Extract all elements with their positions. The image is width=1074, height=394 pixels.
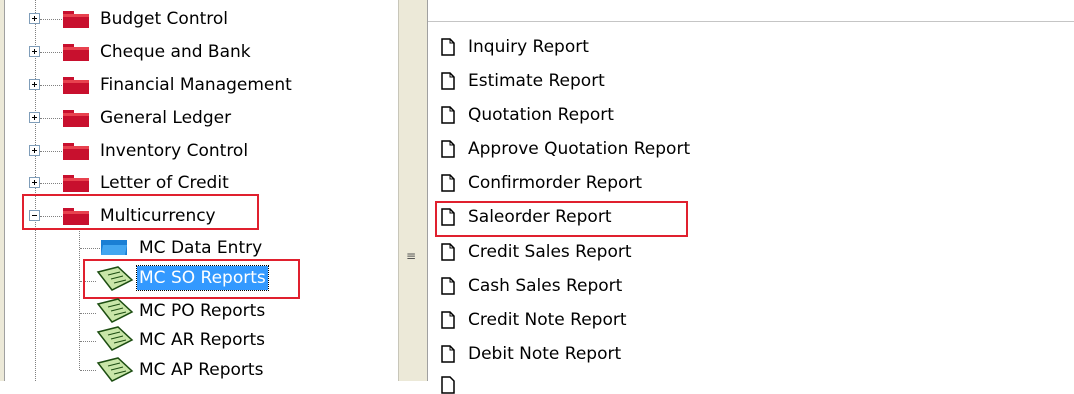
folder-closed-icon (63, 77, 89, 94)
document-icon (441, 140, 455, 158)
highlight-box (22, 194, 259, 230)
pane-splitter[interactable] (398, 0, 428, 381)
expand-icon[interactable] (29, 79, 40, 90)
navigation-tree: Budget Control Cheque and Bank Financial… (0, 0, 398, 382)
tree-item-label[interactable]: MC PO Reports (137, 299, 267, 323)
highlight-box (435, 201, 688, 237)
tree-item-label[interactable]: MC AR Reports (137, 328, 267, 352)
folder-closed-icon (63, 110, 89, 127)
document-icon (441, 311, 455, 329)
report-item-label[interactable]: Cash Sales Report (468, 274, 622, 298)
folder-closed-icon (63, 143, 89, 160)
report-item-label[interactable]: Inquiry Report (468, 35, 589, 59)
report-item-label[interactable]: Approve Quotation Report (468, 137, 690, 161)
splitter-grip-icon[interactable]: ≡ (401, 248, 421, 264)
document-icon (441, 345, 455, 363)
folder-closed-icon (63, 11, 89, 28)
report-icon (96, 326, 134, 351)
list-header-strip (428, 0, 1074, 22)
expand-icon[interactable] (29, 145, 40, 156)
document-icon (441, 72, 455, 90)
highlight-box (83, 259, 300, 299)
document-icon (441, 174, 455, 192)
report-icon (96, 298, 134, 323)
tree-item-label[interactable]: General Ledger (98, 106, 233, 130)
report-icon (96, 357, 134, 382)
tree-item-label[interactable]: Budget Control (98, 7, 230, 31)
expand-icon[interactable] (29, 112, 40, 123)
folder-closed-icon (63, 44, 89, 61)
tree-item-label[interactable]: MC AP Reports (137, 358, 265, 382)
expand-icon[interactable] (29, 177, 40, 188)
tree-connector-multicurrency (79, 228, 80, 370)
report-item-label[interactable]: Quotation Report (468, 103, 614, 127)
document-icon (441, 243, 455, 261)
tree-item-label[interactable]: Letter of Credit (98, 171, 231, 195)
report-item-label[interactable]: Confirmorder Report (468, 171, 642, 195)
report-item-label[interactable]: Credit Sales Report (468, 240, 632, 264)
expand-icon[interactable] (29, 13, 40, 24)
expand-icon[interactable] (29, 46, 40, 57)
tree-item-label[interactable]: MC Data Entry (137, 236, 264, 260)
report-item-label[interactable]: Debit Note Report (468, 342, 621, 366)
document-icon (441, 277, 455, 295)
tree-connector-root (35, 0, 36, 381)
folder-blue-icon (101, 240, 127, 255)
tree-item-label[interactable]: Inventory Control (98, 139, 250, 163)
report-item-label[interactable]: Estimate Report (468, 69, 605, 93)
tree-left-edge (0, 0, 5, 381)
report-list: Inquiry Report Estimate Report Quotation… (428, 0, 1074, 394)
document-icon (441, 376, 455, 394)
tree-item-label[interactable]: Cheque and Bank (98, 40, 253, 64)
document-icon (441, 38, 455, 56)
document-icon (441, 106, 455, 124)
folder-closed-icon (63, 175, 89, 192)
tree-item-label[interactable]: Financial Management (98, 73, 294, 97)
report-item-label[interactable]: Credit Note Report (468, 308, 627, 332)
